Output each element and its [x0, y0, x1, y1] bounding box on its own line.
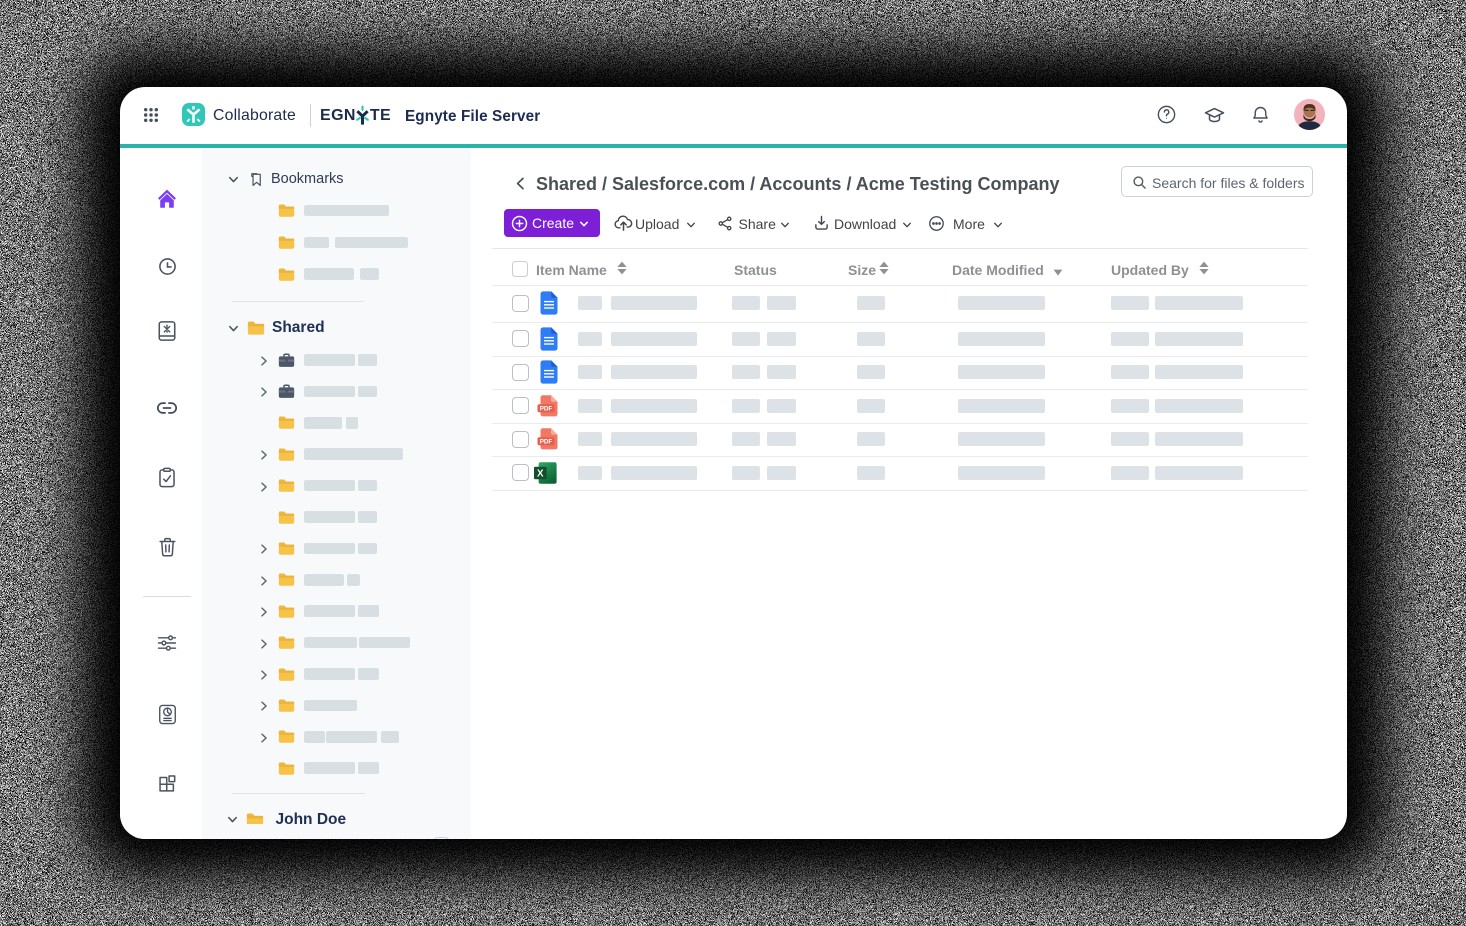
svg-text:PDF: PDF [540, 405, 553, 412]
svg-text:X: X [537, 468, 544, 479]
svg-text:PDF: PDF [540, 438, 553, 445]
